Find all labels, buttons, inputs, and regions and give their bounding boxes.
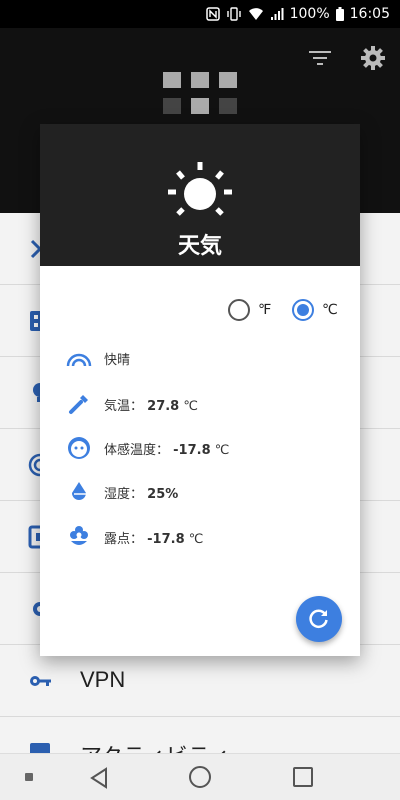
sun-icon [168, 162, 232, 216]
temperature-unit: ℃ [183, 398, 198, 414]
flower-icon [66, 524, 92, 550]
dialog-header: 天気 [40, 124, 360, 266]
condition-row: 快晴 [66, 344, 130, 372]
feels-like-unit: ℃ [214, 442, 230, 458]
nav-menu-dot-icon[interactable] [25, 773, 33, 781]
celsius-label: ℃ [322, 302, 338, 318]
temperature-label: 気温： [104, 398, 144, 414]
thermometer-icon [66, 391, 92, 417]
fahrenheit-label: ℉ [258, 302, 272, 318]
signal-icon [270, 7, 284, 21]
temperature-value: 27.8 [147, 398, 180, 414]
back-icon[interactable] [88, 766, 110, 790]
dew-point-label: 露点： [104, 531, 144, 547]
drop-icon [66, 479, 92, 505]
dew-point-unit: ℃ [188, 531, 204, 547]
humidity-row: 湿度： 25% [66, 478, 178, 506]
vibrate-icon [226, 7, 242, 21]
humidity-value: 25% [147, 486, 179, 502]
wifi-icon [248, 7, 264, 21]
dew-point-row: 露点： -17.8 ℃ [66, 523, 203, 551]
home-icon[interactable] [189, 766, 211, 788]
refresh-icon [309, 609, 328, 629]
unit-fahrenheit-option[interactable]: ℉ [228, 299, 271, 321]
system-nav-bar [0, 753, 400, 800]
battery-percent: 100% [289, 6, 330, 22]
feels-like-label: 体感温度： [104, 442, 170, 458]
battery-icon [335, 7, 344, 21]
temperature-row: 気温： 27.8 ℃ [66, 390, 198, 418]
condition-label: 快晴 [104, 352, 131, 368]
recent-apps-icon[interactable] [293, 767, 313, 787]
rainbow-icon [66, 345, 92, 371]
status-bar: 100% 16:05 [0, 0, 400, 28]
nfc-icon [205, 7, 220, 21]
dew-point-value: -17.8 [147, 531, 185, 547]
feels-like-value: -17.8 [173, 442, 211, 458]
face-icon [66, 435, 92, 461]
dialog-title: 天気 [177, 234, 222, 259]
clock-time: 16:05 [349, 6, 390, 22]
celsius-radio[interactable] [292, 299, 314, 321]
humidity-label: 湿度： [104, 486, 144, 502]
feels-like-row: 体感温度： -17.8 ℃ [66, 434, 229, 462]
refresh-button[interactable] [296, 596, 342, 642]
unit-celsius-option[interactable]: ℃ [292, 299, 338, 321]
weather-dialog: 天気 ℉ ℃ 快晴 気温： 27.8 ℃ 体感温度： -17.8 ℃ 湿度： 2… [40, 124, 360, 656]
fahrenheit-radio[interactable] [228, 299, 250, 321]
